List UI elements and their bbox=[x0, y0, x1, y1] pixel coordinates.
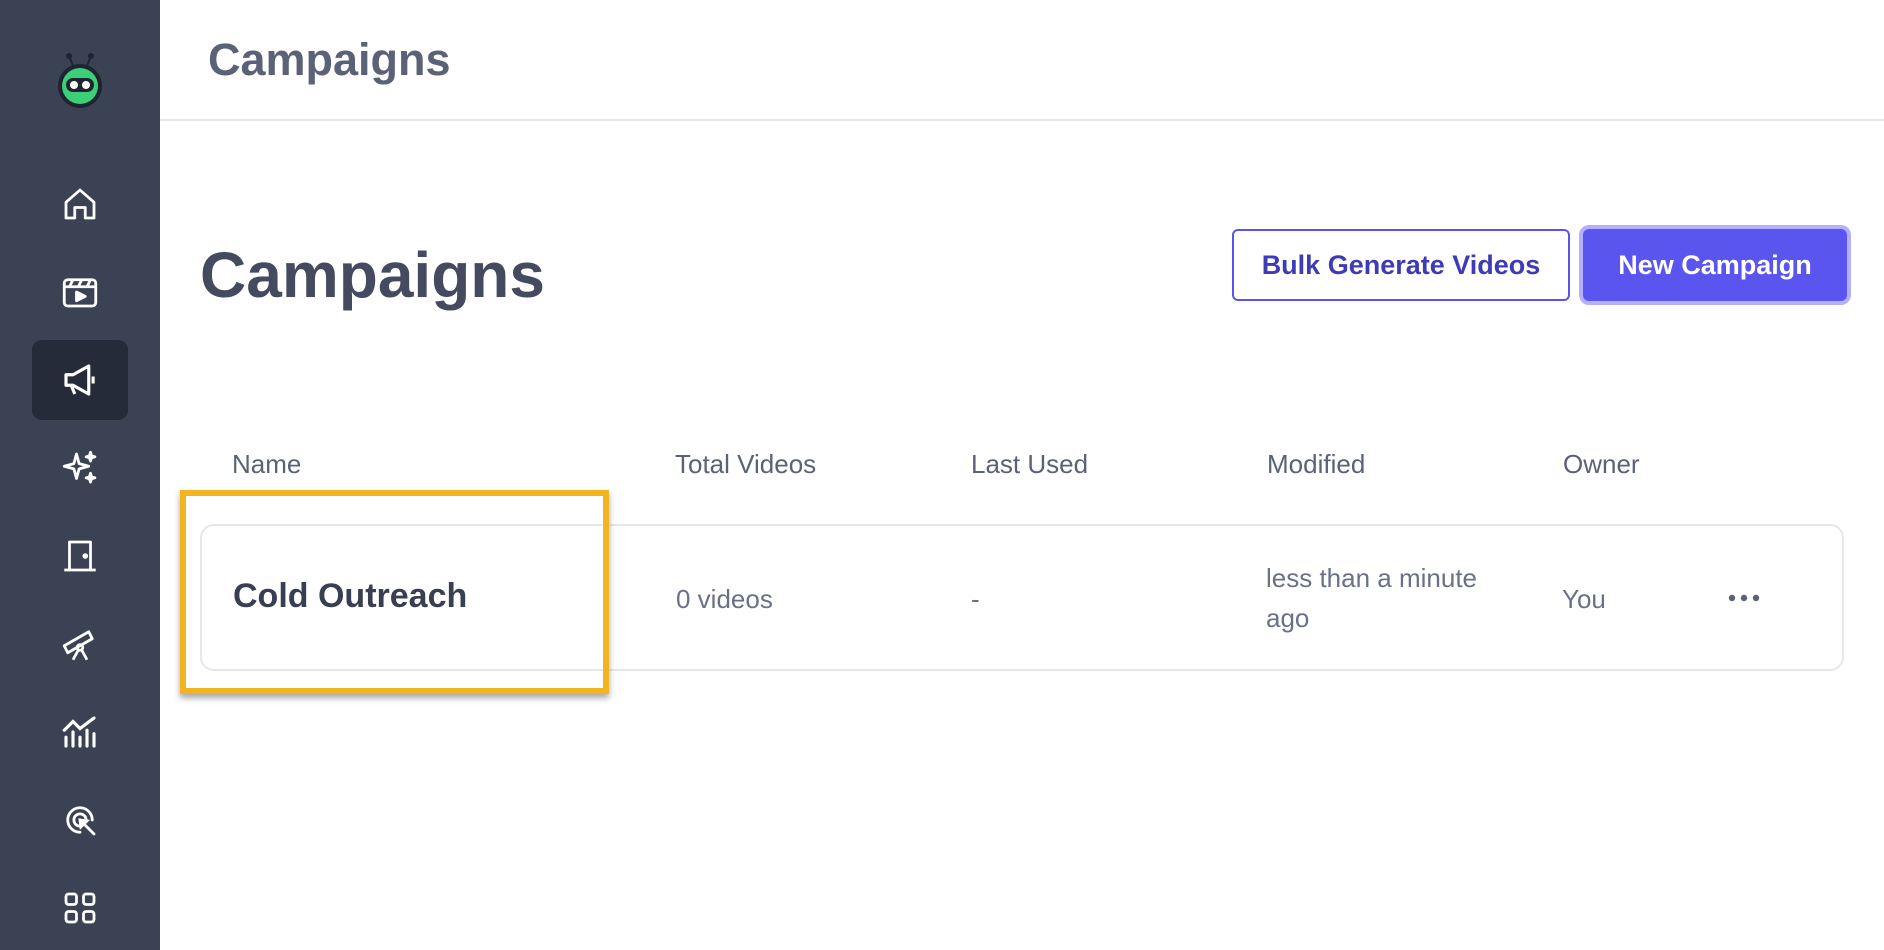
nav-videos[interactable] bbox=[32, 252, 128, 332]
apps-grid-icon bbox=[64, 892, 96, 924]
door-icon bbox=[64, 540, 96, 572]
nav-engage[interactable] bbox=[32, 780, 128, 860]
app-window: Campaigns Campaigns Bulk Generate Videos… bbox=[0, 0, 1884, 950]
total-videos-value: 0 videos bbox=[676, 584, 773, 614]
last-used-value: - bbox=[971, 584, 980, 614]
owner-value: You bbox=[1562, 584, 1606, 614]
robot-logo-icon[interactable] bbox=[52, 50, 108, 110]
campaign-name[interactable]: Cold Outreach bbox=[233, 577, 467, 616]
column-header-last-used: Last Used bbox=[971, 449, 1089, 479]
topbar-title: Campaigns bbox=[208, 34, 451, 85]
nav-home[interactable] bbox=[32, 164, 128, 244]
nav-analytics[interactable] bbox=[32, 692, 128, 772]
column-header-modified: Modified bbox=[1267, 449, 1366, 479]
nav-rooms[interactable] bbox=[32, 516, 128, 596]
page-title: Campaigns bbox=[200, 239, 545, 311]
megaphone-icon bbox=[64, 364, 95, 396]
video-icon bbox=[62, 278, 98, 308]
nav-discover[interactable] bbox=[32, 604, 128, 684]
telescope-icon bbox=[62, 630, 94, 661]
sparkles-icon bbox=[62, 450, 97, 484]
column-header-total-videos: Total Videos bbox=[675, 449, 817, 479]
home-icon bbox=[64, 188, 96, 220]
modified-value: less than a minute ago bbox=[1266, 563, 1478, 633]
target-cursor-icon bbox=[66, 806, 96, 836]
new-campaign-button[interactable]: New Campaign bbox=[1583, 229, 1847, 301]
bulk-generate-videos-button[interactable]: Bulk Generate Videos bbox=[1232, 229, 1570, 301]
top-bar: Campaigns bbox=[160, 0, 1884, 121]
analytics-icon bbox=[62, 716, 96, 748]
sidebar bbox=[0, 0, 160, 950]
column-header-owner: Owner bbox=[1563, 449, 1640, 479]
nav-ai[interactable] bbox=[32, 428, 128, 508]
nav-apps[interactable] bbox=[32, 868, 128, 948]
column-header-name: Name bbox=[232, 449, 302, 479]
more-options-icon[interactable] bbox=[1728, 582, 1760, 614]
nav-campaigns[interactable] bbox=[32, 340, 128, 420]
